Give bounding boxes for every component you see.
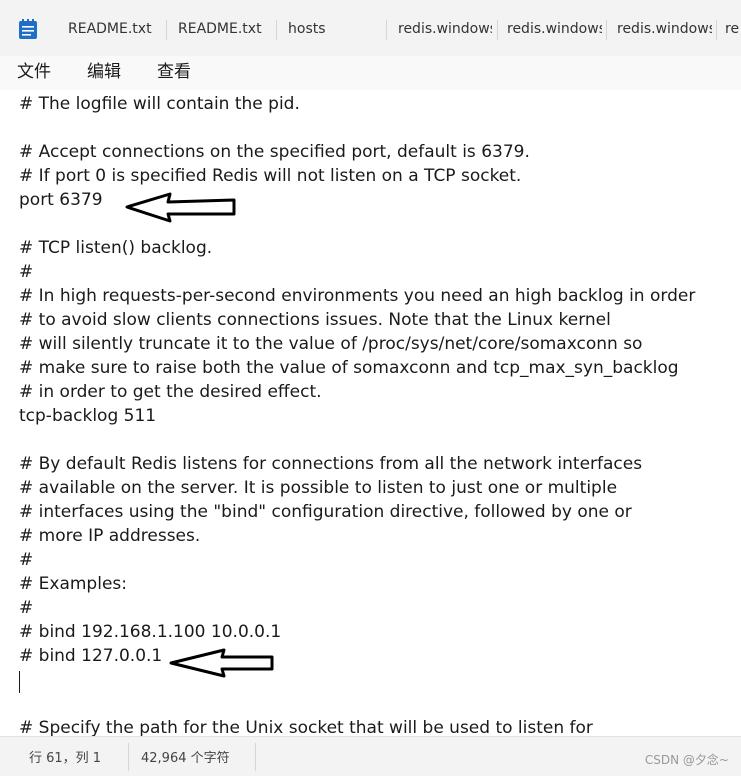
editor-line: # bind 192.168.1.100 10.0.0.1 — [19, 622, 282, 642]
editor-line: # make sure to raise both the value of s… — [19, 358, 679, 378]
tab-redis-windows-2[interactable]: redis.windows — [507, 14, 602, 44]
editor-line: # Specify the path for the Unix socket t… — [19, 718, 593, 736]
menu-file[interactable]: 文件 — [17, 60, 51, 84]
editor-line: # TCP listen() backlog. — [19, 238, 213, 258]
notepad-app-icon — [19, 19, 37, 39]
menu-edit[interactable]: 编辑 — [87, 60, 121, 84]
editor-line: # to avoid slow clients connections issu… — [19, 310, 611, 330]
watermark: CSDN @夕念~ — [644, 753, 729, 767]
editor-line-bind: # bind 127.0.0.1 — [19, 646, 163, 666]
editor-line: # Accept connections on the specified po… — [19, 142, 530, 162]
tab-separator — [497, 20, 498, 40]
text-caret — [19, 671, 20, 693]
tab-bar: README.txt README.txt hosts redis.window… — [0, 0, 741, 56]
text-editor[interactable]: # The logfile will contain the pid. # Ac… — [0, 90, 741, 736]
editor-line: # Examples: — [19, 574, 127, 594]
cursor-position: 行 61，列 1 — [29, 751, 102, 766]
editor-line: # interfaces using the "bind" configurat… — [19, 502, 632, 522]
tab-redis-windows-1[interactable]: redis.windows — [398, 14, 492, 44]
editor-line: # — [19, 550, 34, 570]
character-count: 42,964 个字符 — [141, 751, 230, 766]
status-separator — [128, 743, 129, 771]
editor-line: tcp-backlog 511 — [19, 406, 157, 426]
menu-bar: 文件 编辑 查看 — [0, 56, 741, 90]
tab-separator — [276, 20, 277, 40]
tab-separator — [166, 20, 167, 40]
tab-separator — [716, 20, 717, 40]
editor-line: # more IP addresses. — [19, 526, 201, 546]
editor-line-port: port 6379 — [19, 190, 103, 210]
editor-line: # in order to get the desired effect. — [19, 382, 322, 402]
status-separator — [255, 743, 256, 771]
annotation-arrow-icon — [125, 192, 236, 223]
tab-redis-windows-4[interactable]: re — [725, 14, 741, 44]
status-bar: 行 61，列 1 42,964 个字符 CSDN @夕念~ — [0, 736, 741, 776]
tab-hosts[interactable]: hosts — [288, 14, 378, 44]
editor-line: # will silently truncate it to the value… — [19, 334, 643, 354]
editor-line: # The logfile will contain the pid. — [19, 94, 300, 114]
editor-line: # In high requests-per-second environmen… — [19, 286, 696, 306]
annotation-arrow-icon — [169, 648, 274, 678]
menu-view[interactable]: 查看 — [157, 60, 191, 84]
editor-line: # — [19, 262, 34, 282]
editor-line: # — [19, 598, 34, 618]
editor-line: # If port 0 is specified Redis will not … — [19, 166, 522, 186]
tab-readme-1[interactable]: README.txt — [68, 14, 158, 44]
tab-readme-2[interactable]: README.txt — [178, 14, 268, 44]
editor-line: # available on the server. It is possibl… — [19, 478, 618, 498]
tab-separator — [386, 20, 387, 40]
editor-line: # By default Redis listens for connectio… — [19, 454, 643, 474]
tab-separator — [606, 20, 607, 40]
tab-redis-windows-3[interactable]: redis.windows — [617, 14, 712, 44]
